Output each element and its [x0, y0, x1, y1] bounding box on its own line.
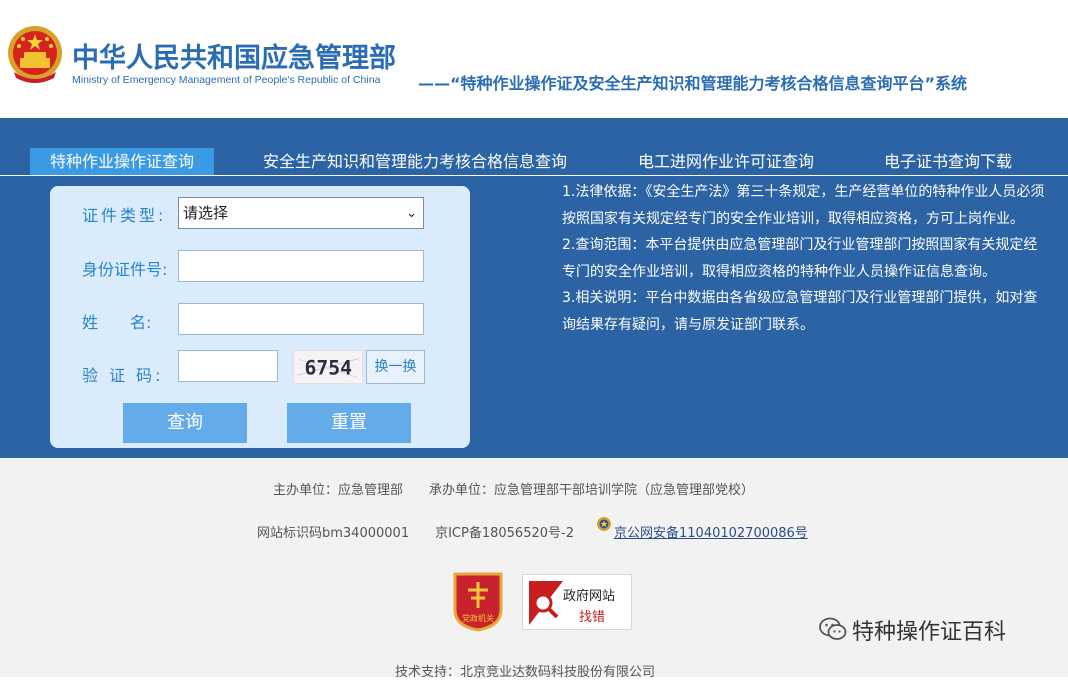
cert-type-value: 请选择 — [183, 204, 229, 222]
wechat-icon — [819, 617, 847, 640]
chevron-down-icon: ⌄ — [406, 206, 417, 221]
police-badge-icon — [597, 517, 611, 531]
id-number-label: 身份证件号: — [82, 260, 168, 279]
watermark-text: 特种操作证百科 — [852, 620, 1007, 645]
id-number-input[interactable] — [178, 250, 424, 282]
ministry-name-en: Ministry of Emergency Management of Peop… — [72, 74, 381, 86]
reset-button[interactable]: 重置 — [287, 403, 411, 443]
query-form: 证件类型: 请选择 ⌄ 身份证件号: 姓 名: 验 证 码: 6754 换一换 … — [50, 186, 470, 448]
tab-special-operation-cert[interactable]: 特种作业操作证查询 — [30, 148, 214, 175]
national-emblem-icon — [8, 26, 62, 83]
name-label: 姓 名: — [82, 313, 152, 332]
party-badge-text: 党政机关 — [462, 613, 494, 623]
note-legal-basis: 1.法律依据：《安全生产法》第三十条规定，生产经营单位的特种作业人员必须按照国家… — [562, 184, 1045, 227]
system-title: ——“特种作业操作证及安全生产知识和管理能力考核合格信息查询平台”系统 — [418, 74, 968, 93]
tab-safety-knowledge[interactable]: 安全生产知识和管理能力考核合格信息查询 — [263, 148, 567, 175]
site-header: 中华人民共和国应急管理部 Ministry of Emergency Manag… — [0, 0, 1068, 118]
query-button[interactable]: 查询 — [123, 403, 247, 443]
ministry-name-cn: 中华人民共和国应急管理部 — [72, 43, 396, 74]
gov-badge-subtitle: 找错 — [579, 610, 606, 625]
captcha-label: 验 证 码: — [82, 366, 164, 385]
gov-badge-title: 政府网站 — [563, 589, 616, 604]
gov-site-error-report-button[interactable]: 政府网站 找错 — [522, 574, 632, 630]
tab-divider — [0, 175, 1068, 176]
cert-type-label: 证件类型: — [82, 206, 167, 225]
note-remarks: 3.相关说明：平台中数据由各省级应急管理部门及行业管理部门提供，如对查询结果存有… — [562, 290, 1038, 333]
police-record-link[interactable]: 京公网安备11040102700086号 — [614, 522, 808, 541]
magnifier-icon — [529, 581, 563, 625]
captcha-input[interactable] — [178, 350, 278, 382]
footer-tech-support: 技术支持：北京竞业达数码科技股份有限公司 — [395, 665, 656, 680]
note-query-scope: 2.查询范围：本平台提供由应急管理部门及行业管理部门按照国家有关规定经专门的安全… — [562, 237, 1038, 280]
captcha-text: 6754 — [304, 357, 352, 380]
cert-type-select[interactable]: 请选择 ⌄ — [178, 197, 424, 229]
footer-sponsor: 主办单位：应急管理部 承办单位：应急管理部干部培训学院（应急管理部党校） — [273, 483, 755, 498]
swap-captcha-button[interactable]: 换一换 — [366, 350, 425, 384]
footer-site-code: 网站标识码bm34000001 京ICP备18056520号-2 — [257, 526, 574, 541]
party-govt-badge-icon[interactable]: 党政机关 — [451, 570, 505, 632]
tab-e-certificate[interactable]: 电子证书查询下载 — [884, 148, 1012, 175]
notes-panel: 1.法律依据：《安全生产法》第三十条规定，生产经营单位的特种作业人员必须按照国家… — [562, 179, 1048, 338]
name-input[interactable] — [178, 303, 424, 335]
tab-electrician-permit[interactable]: 电工进网作业许可证查询 — [638, 148, 814, 175]
captcha-image[interactable]: 6754 — [293, 350, 363, 384]
